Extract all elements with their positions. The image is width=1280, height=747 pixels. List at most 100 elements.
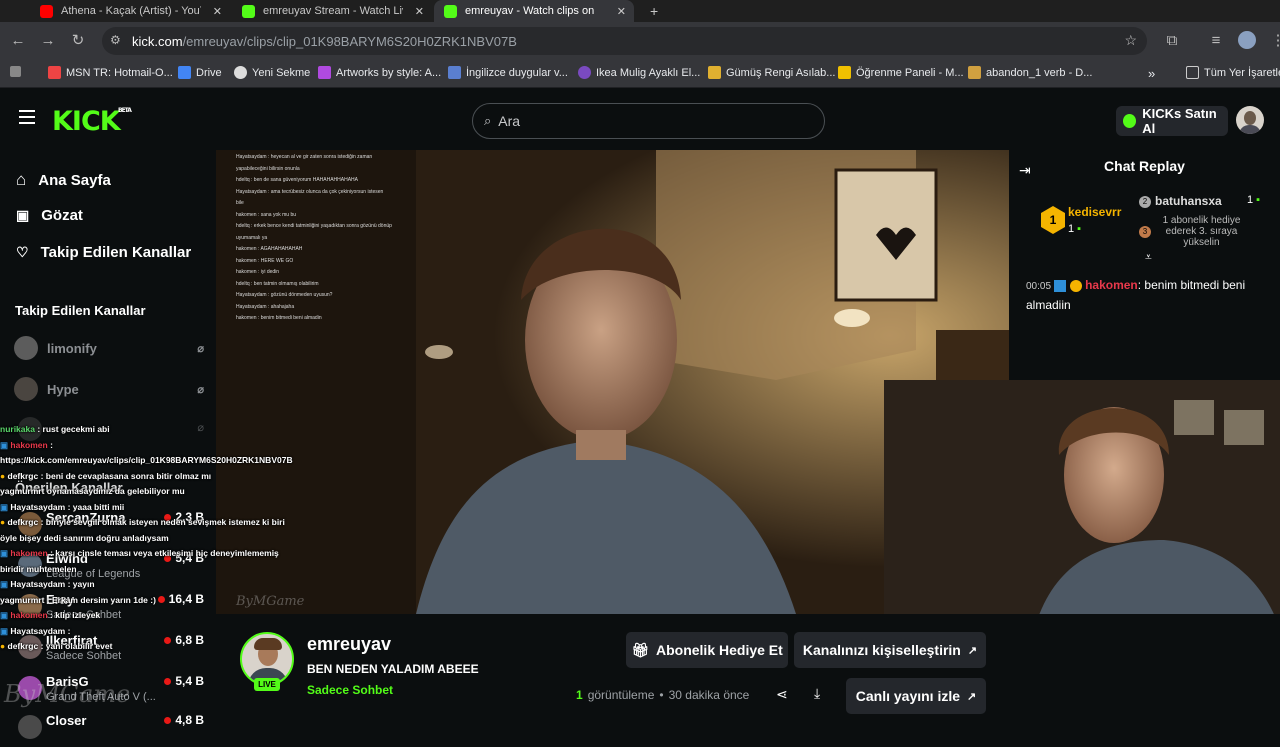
all-bookmarks[interactable]: Tüm Yer İşaretleri: [1186, 66, 1280, 79]
browser-tab-bar: Athena - Kaçak (Artist) - YouTube ✕ emre…: [0, 0, 1280, 22]
bookmark-item[interactable]: İngilizce duygular v...: [448, 66, 568, 79]
youtube-icon: [40, 4, 53, 18]
avatar: [18, 715, 42, 739]
clip-meta: 1 görüntüleme • 30 dakika önce: [576, 688, 750, 702]
bookmark-item[interactable]: Yeni Sekme: [234, 66, 310, 79]
avatar: [14, 377, 38, 401]
bookmark-star-icon[interactable]: ☆: [1124, 32, 1137, 49]
top-gifter-count: 1 ▪: [1068, 223, 1082, 235]
bookmark-item[interactable]: Artworks by style: A...: [318, 66, 441, 79]
site-info-icon[interactable]: ⚙: [110, 33, 121, 47]
chat-message: 00:05 hakomen: benim bitmedi beni almadi…: [1026, 278, 1246, 312]
followed-channels-title: Takip Edilen Kanallar: [15, 303, 146, 318]
rank-badge: 3: [1139, 226, 1151, 238]
live-dot-icon: [164, 677, 172, 685]
customize-channel-button[interactable]: Kanalınızı kişiselleştirin ↗: [794, 632, 986, 668]
category-link[interactable]: Sadece Sohbet: [307, 683, 393, 697]
second-gifter-name[interactable]: batuhansxa: [1155, 194, 1222, 208]
home-icon: ⌂: [16, 170, 27, 189]
top-gifter-name[interactable]: kedisevrr: [1068, 205, 1121, 219]
profile-avatar[interactable]: [1238, 31, 1256, 49]
live-badge: LIVE: [254, 678, 280, 691]
gift-icon: ▪: [1077, 223, 1082, 235]
close-icon[interactable]: ✕: [213, 5, 222, 18]
chat-replay-title: Chat Replay: [1104, 158, 1185, 174]
gift-sub-button[interactable]: 🎁︎ Abonelik Hediye Et: [626, 632, 788, 668]
expand-leaderboard-icon[interactable]: ⩡: [1145, 250, 1152, 265]
address-bar-row: ← → ↻ ⚙ kick.com/emreuyav/clips/clip_01K…: [0, 22, 1280, 60]
chat-username[interactable]: hakomen: [1085, 278, 1138, 292]
reload-icon[interactable]: ↻: [68, 31, 88, 51]
external-link-icon: ↗: [967, 644, 978, 657]
gift-icon: 🎁︎: [631, 641, 649, 658]
followed-channel-item[interactable]: Hype ⌀: [14, 377, 204, 401]
bookmark-item[interactable]: abandon_1 verb - D...: [968, 66, 1092, 79]
tab-stream[interactable]: emreuyav Stream - Watch Live ✕: [232, 0, 432, 22]
new-tab-button[interactable]: +: [640, 0, 660, 22]
tab-youtube[interactable]: Athena - Kaçak (Artist) - YouTube ✕: [30, 0, 230, 22]
offline-icon: ⌀: [197, 383, 204, 396]
nav-following[interactable]: ♡ Takip Edilen Kanallar: [16, 244, 191, 261]
buy-kicks-button[interactable]: KICKs Satın Al: [1116, 106, 1228, 136]
tab-title: Athena - Kaçak (Artist) - YouTube: [61, 5, 201, 17]
watch-live-button[interactable]: Canlı yayını izle ↗: [846, 678, 986, 714]
search-input[interactable]: ⌕ Ara: [472, 103, 825, 139]
gifter-badge-icon: [1069, 279, 1082, 292]
live-dot-icon: [164, 716, 172, 724]
more-bookmarks-icon[interactable]: »: [1148, 66, 1155, 81]
kick-icon: [242, 4, 255, 18]
search-icon: ⌕: [484, 113, 492, 128]
watermark: ByMGame: [4, 680, 131, 708]
bookmark-item[interactable]: Ikea Mulig Ayaklı El...: [578, 66, 700, 79]
gift-icon: ▪: [1256, 194, 1261, 206]
url-text: kick.com/emreuyav/clips/clip_01K98BARYM6…: [132, 33, 517, 49]
bookmark-item[interactable]: MSN TR: Hotmail-O...: [48, 66, 173, 79]
gift-note: 1 abonelik hediye ederek 3. sıraya yükse…: [1162, 215, 1241, 248]
close-icon[interactable]: ✕: [617, 5, 626, 18]
nav-browse[interactable]: ▣ Gözat: [16, 207, 83, 224]
video-chat-overlay: Hayatsaydam : heyecan al ve gir zaten so…: [236, 154, 392, 321]
second-gifter-count: 1 ▪: [1247, 194, 1261, 206]
kick-logo[interactable]: KICK BETA: [52, 106, 132, 137]
forward-icon[interactable]: →: [38, 31, 58, 51]
close-icon[interactable]: ✕: [415, 5, 424, 18]
extensions-icon[interactable]: ⧉: [1162, 31, 1182, 51]
apps-icon[interactable]: [10, 66, 21, 77]
nav-home[interactable]: ⌂ Ana Sayfa: [16, 170, 111, 190]
site-header: KICK BETA ⌕ Ara KICKs Satın Al: [0, 88, 1280, 150]
rank-badge: 1: [1041, 206, 1065, 234]
clip-info-bar: LIVE emreuyav BEN NEDEN YALADIM ABEEE Sa…: [216, 614, 1280, 720]
bookmark-item[interactable]: Drive: [178, 66, 222, 79]
tab-clip[interactable]: emreuyav - Watch clips on ✕: [434, 0, 634, 22]
kick-icon: [444, 4, 457, 18]
tab-title: emreuyav - Watch clips on: [465, 5, 595, 17]
browse-icon: ▣: [16, 207, 30, 223]
avatar: [14, 336, 38, 360]
recommended-channel-item[interactable]: Closer 4,8 B: [14, 711, 204, 747]
external-link-icon: ↗: [967, 690, 977, 703]
rank-badge: 2: [1139, 196, 1151, 208]
download-icon[interactable]: ⤓: [814, 685, 820, 702]
menu-icon[interactable]: ⋮: [1268, 31, 1280, 51]
followed-channel-item[interactable]: limonify ⌀: [14, 336, 204, 360]
address-bar[interactable]: ⚙ kick.com/emreuyav/clips/clip_01K98BARY…: [102, 27, 1147, 55]
hamburger-menu-icon[interactable]: [19, 110, 35, 124]
heart-icon: ♡: [16, 244, 29, 260]
kicks-coin-icon: [1123, 114, 1137, 128]
user-avatar[interactable]: [1236, 106, 1264, 134]
channel-name[interactable]: emreuyav: [307, 634, 391, 655]
media-icon[interactable]: ≡: [1206, 31, 1226, 51]
tab-title: emreuyav Stream - Watch Live: [263, 5, 403, 17]
offline-icon: ⌀: [197, 342, 204, 355]
search-placeholder: Ara: [498, 113, 521, 129]
back-icon[interactable]: ←: [8, 31, 28, 51]
share-icon[interactable]: ⋖: [776, 686, 788, 703]
bookmarks-bar: MSN TR: Hotmail-O... Drive Yeni Sekme Ar…: [0, 60, 1280, 88]
bookmark-item[interactable]: Öğrenme Paneli - M...: [838, 66, 964, 79]
bookmark-item[interactable]: Gümüş Rengi Asılab...: [708, 66, 835, 79]
clip-title: BEN NEDEN YALADIM ABEEE: [307, 662, 479, 676]
mouse-cursor: [565, 668, 570, 672]
badge-icon: [1054, 279, 1067, 292]
webcam-overlay: [884, 380, 1280, 630]
chat-replay-panel: ⇥ Chat Replay 1 kedisevrr 1 ▪ 2 batuhansx…: [1009, 150, 1280, 380]
